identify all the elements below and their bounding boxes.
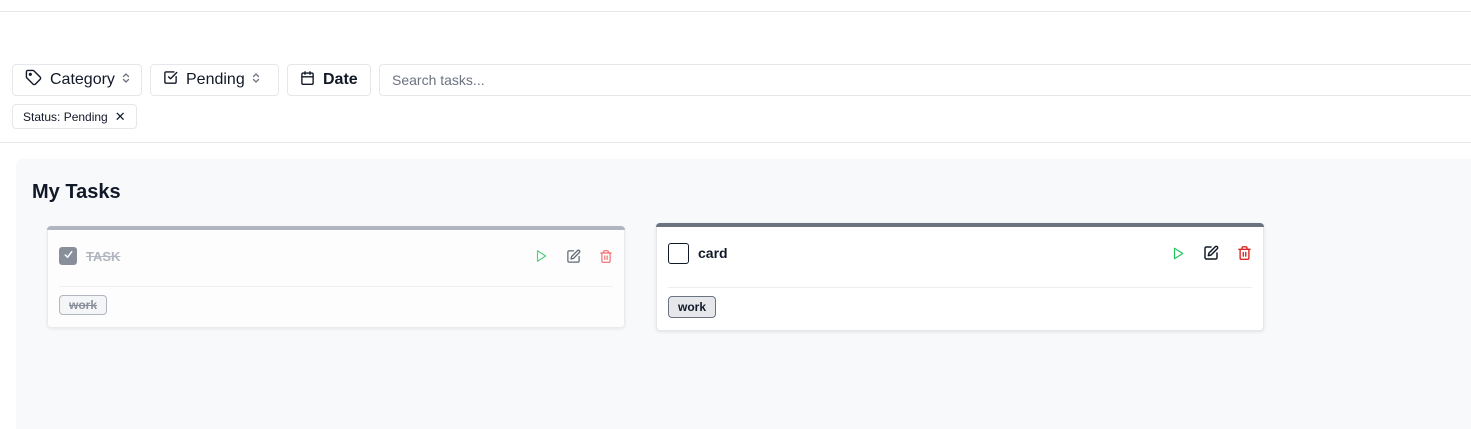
trash-icon[interactable] (1237, 245, 1252, 261)
trash-icon[interactable] (599, 249, 613, 264)
task-card: card work (656, 223, 1264, 331)
card-divider (668, 287, 1252, 288)
category-tag: work (668, 296, 717, 318)
close-icon[interactable]: ✕ (115, 110, 126, 123)
chevrons-up-down-icon (121, 71, 131, 89)
chevrons-up-down-icon (251, 71, 261, 89)
active-filter-label: Status: Pending (23, 109, 108, 124)
card-accent-bar (656, 223, 1264, 227)
card-divider (59, 286, 613, 287)
play-icon[interactable] (534, 249, 548, 263)
top-divider (0, 11, 1471, 12)
active-filter-chip: Status: Pending ✕ (12, 104, 137, 129)
task-card-header: card (668, 242, 1252, 264)
category-tag: work (59, 295, 108, 315)
task-checkbox[interactable] (668, 242, 689, 264)
date-filter-label: Date (323, 71, 358, 88)
task-actions (1171, 245, 1252, 261)
filter-bar: Category Pending Date (12, 64, 1471, 96)
task-card: TASK work (47, 226, 625, 328)
edit-icon[interactable] (566, 249, 581, 264)
card-accent-bar (47, 226, 625, 230)
section-divider (0, 142, 1471, 143)
edit-icon[interactable] (1203, 245, 1219, 261)
check-icon (63, 249, 74, 263)
play-icon[interactable] (1171, 246, 1185, 261)
category-filter-button[interactable]: Category (12, 64, 142, 96)
task-title: card (698, 245, 728, 261)
status-filter-button[interactable]: Pending (150, 64, 279, 96)
date-filter-button[interactable]: Date (287, 64, 371, 96)
page-title: My Tasks (32, 181, 121, 203)
calendar-icon (300, 70, 315, 91)
task-title: TASK (86, 248, 121, 264)
tag-icon (25, 69, 42, 91)
task-actions (534, 249, 613, 264)
search-input[interactable] (379, 64, 1471, 96)
task-checkbox[interactable] (59, 247, 77, 265)
tasks-panel: My Tasks TASK work card work (16, 159, 1471, 429)
task-card-header: TASK (59, 245, 613, 267)
status-filter-label: Pending (186, 71, 245, 88)
square-check-icon (163, 70, 178, 90)
category-filter-label: Category (50, 71, 115, 88)
